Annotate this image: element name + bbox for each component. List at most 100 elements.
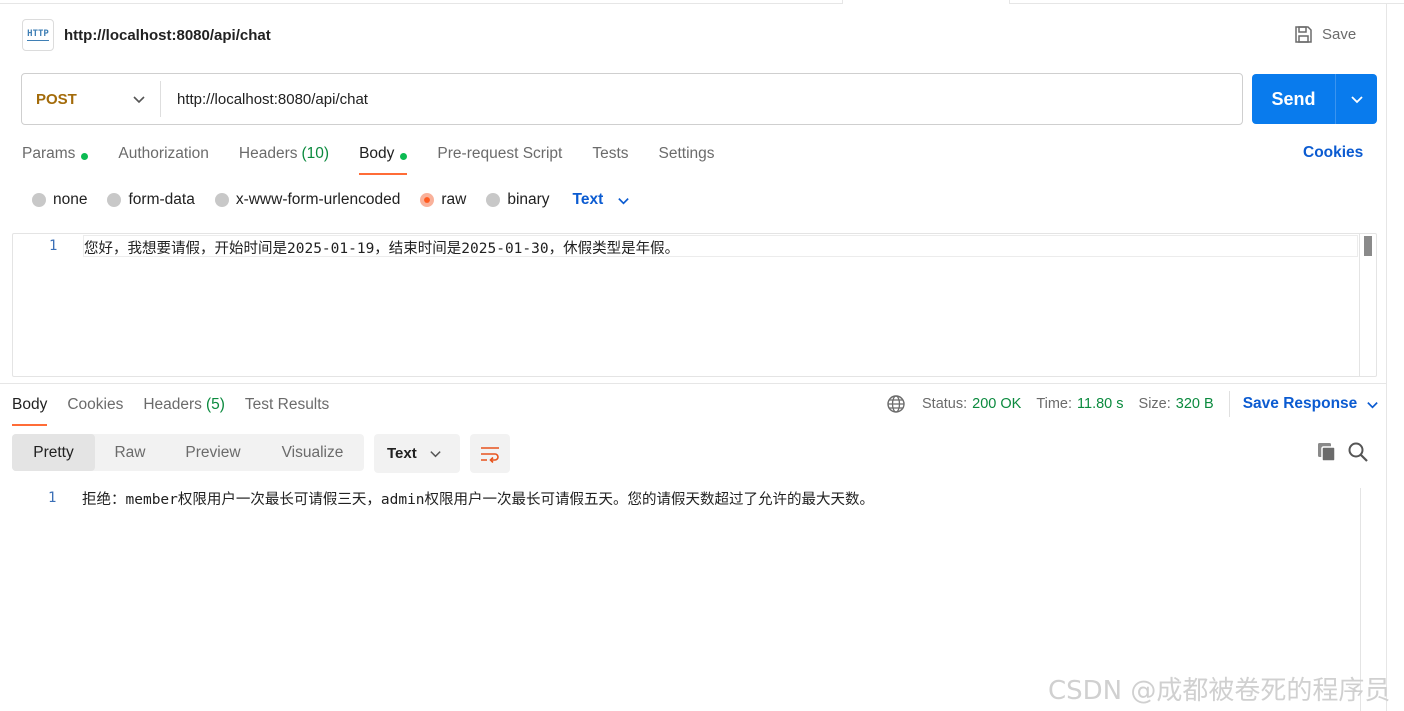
globe-icon[interactable] [886, 394, 906, 414]
tab-pre-request-script[interactable]: Pre-request Script [437, 141, 562, 175]
radio-raw[interactable]: raw [420, 191, 466, 209]
tab-label: Tests [592, 145, 629, 162]
tab-label: Headers [143, 396, 202, 413]
size-value[interactable]: 320 B [1176, 396, 1214, 412]
tab-label: Body [12, 396, 48, 413]
send-button[interactable]: Send [1252, 74, 1336, 124]
tab-label: Test Results [244, 396, 330, 413]
pane-divider[interactable] [0, 383, 1386, 384]
copy-button[interactable] [1316, 441, 1338, 463]
tab-label: Pre-request Script [437, 145, 563, 162]
chevron-down-icon [618, 197, 630, 204]
copy-icon [1318, 443, 1336, 462]
chevron-down-icon [430, 451, 441, 458]
response-format-select[interactable]: Text [374, 434, 460, 473]
method-select[interactable]: POST [22, 81, 161, 117]
tab-label: Params [22, 145, 76, 162]
tab-test-results[interactable]: Test Results [245, 392, 329, 426]
tab-label: Headers [238, 145, 298, 162]
status-dot [81, 153, 89, 160]
panel-border [1386, 4, 1387, 711]
view-visualize[interactable]: Visualize [261, 434, 364, 471]
save-label: Save [1322, 25, 1357, 43]
divider [1228, 391, 1230, 417]
radio-circle [107, 193, 122, 207]
save-response-button[interactable]: Save Response [1243, 395, 1380, 413]
radio-label: raw [441, 191, 467, 208]
radio-x-www-form-urlencoded[interactable]: x-www-form-urlencoded [214, 191, 401, 209]
search-button[interactable] [1347, 441, 1369, 463]
request-title[interactable]: http://localhost:8080/api/chat [64, 27, 271, 44]
view-mode-segmented: Pretty Raw Preview Visualize [12, 434, 364, 471]
tab-response-headers[interactable]: Headers (5) [143, 392, 225, 426]
url-input[interactable] [161, 79, 1242, 119]
line-number: 1 [48, 490, 57, 506]
headers-count: (10) [301, 145, 330, 162]
save-button[interactable]: Save [1294, 22, 1356, 46]
time-value[interactable]: 11.80 s [1077, 396, 1124, 412]
url-bar: POST [21, 73, 1243, 125]
size-label: Size: [1138, 396, 1171, 412]
request-body-editor[interactable]: 1 您好，我想要请假，开始时间是2025-01-19，结束时间是2025-01-… [12, 233, 1377, 377]
send-group: Send [1252, 74, 1377, 124]
body-format-select[interactable]: Text [573, 191, 631, 209]
status-value[interactable]: 200 OK [972, 396, 1021, 412]
search-icon [1348, 442, 1368, 462]
tab-params[interactable]: Params [22, 141, 89, 175]
view-preview[interactable]: Preview [165, 434, 261, 471]
send-options-button[interactable] [1336, 74, 1377, 124]
tab-settings[interactable]: Settings [659, 141, 715, 175]
http-icon: HTTP [22, 19, 54, 51]
request-body-text[interactable]: 您好，我想要请假，开始时间是2025-01-19，结束时间是2025-01-30… [84, 237, 679, 258]
tab-label: Authorization [118, 145, 209, 162]
wrap-lines-button[interactable] [470, 434, 510, 473]
status-dot [400, 153, 408, 160]
chevron-down-icon [133, 96, 145, 104]
status-label: Status: [922, 396, 968, 412]
tab-body[interactable]: Body [359, 141, 408, 175]
tab-response-cookies[interactable]: Cookies [67, 392, 123, 426]
tab-label: Cookies [67, 396, 124, 413]
body-format-label: Text [572, 191, 604, 208]
response-tabs: Body Cookies Headers (5) Test Results [12, 392, 349, 426]
tab-label: Body [359, 145, 395, 162]
radio-circle [486, 193, 501, 207]
scrollbar-thumb[interactable] [1364, 236, 1372, 256]
headers-count: (5) [205, 396, 225, 413]
cookies-link[interactable]: Cookies [1303, 144, 1363, 162]
save-response-label: Save Response [1242, 395, 1358, 412]
tab-strip [0, 0, 1404, 4]
response-body-text[interactable]: 拒绝：member权限用户一次最长可请假三天，admin权限用户一次最长可请假五… [82, 488, 874, 509]
radio-circle [32, 193, 46, 207]
line-number: 1 [49, 238, 58, 254]
tab-headers[interactable]: Headers (10) [239, 141, 329, 175]
radio-label: binary [507, 191, 550, 208]
request-tabs: Params Authorization Headers (10) Body Pr… [22, 141, 745, 175]
request-title-row: HTTP http://localhost:8080/api/chat [22, 19, 271, 51]
active-tab-gap [842, 0, 1010, 4]
view-pretty[interactable]: Pretty [12, 434, 95, 471]
response-format-label: Text [387, 445, 417, 462]
chevron-down-icon [1367, 401, 1379, 408]
tab-tests[interactable]: Tests [592, 141, 628, 175]
editor-scrollbar[interactable] [1359, 234, 1377, 376]
time-label: Time: [1036, 396, 1073, 412]
radio-form-data[interactable]: form-data [107, 191, 195, 209]
radio-label: none [53, 191, 88, 208]
view-raw[interactable]: Raw [95, 434, 165, 471]
radio-circle-selected [420, 193, 435, 207]
tab-label: Settings [658, 145, 715, 162]
radio-none[interactable]: none [32, 191, 87, 209]
tab-response-body[interactable]: Body [12, 392, 48, 426]
wrap-lines-icon [481, 446, 499, 463]
save-icon [1295, 25, 1312, 43]
radio-label: x-www-form-urlencoded [235, 191, 401, 208]
radio-label: form-data [128, 191, 195, 208]
response-meta: Status: 200 OK Time: 11.80 s Size: 320 B… [886, 391, 1380, 417]
tab-authorization[interactable]: Authorization [118, 141, 208, 175]
watermark: CSDN @成都被卷死的程序员 [1048, 676, 1391, 706]
body-type-options: none form-data x-www-form-urlencoded raw… [32, 188, 630, 212]
radio-circle [214, 193, 229, 207]
method-label: POST [36, 90, 77, 108]
radio-binary[interactable]: binary [486, 191, 550, 209]
